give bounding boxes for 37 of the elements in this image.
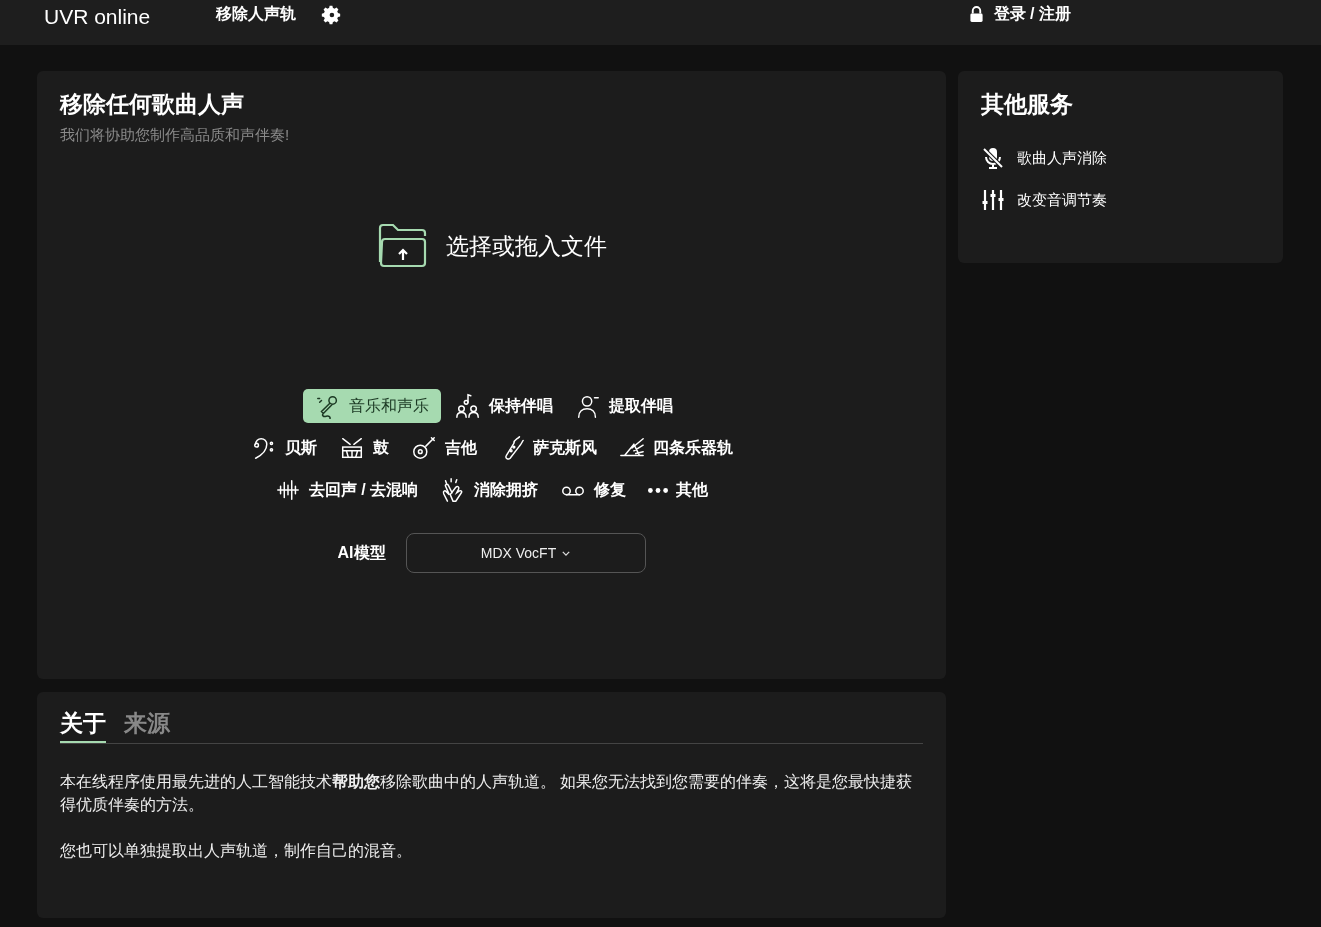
mode-option[interactable]: 去回声 / 去混响 bbox=[266, 473, 427, 507]
sliders-icon bbox=[981, 188, 1005, 212]
singers-icon bbox=[454, 393, 481, 419]
service-link[interactable]: 改变音调节奏 bbox=[981, 188, 1260, 212]
mode-option[interactable]: 吉他 bbox=[402, 431, 485, 465]
mode-option[interactable]: 其他 bbox=[640, 473, 717, 507]
waveform-icon bbox=[274, 477, 301, 503]
tab[interactable]: 关于 bbox=[60, 708, 106, 743]
nav-link[interactable]: 移除人声轨 bbox=[216, 4, 297, 25]
dots-icon bbox=[648, 487, 669, 493]
muted-microphone-icon bbox=[981, 146, 1005, 170]
file-upload-button[interactable]: 选择或拖入文件 bbox=[370, 221, 613, 271]
lock-icon bbox=[968, 6, 984, 23]
mode-option[interactable]: 提取伴唱 bbox=[566, 389, 681, 423]
about-paragraph: 您也可以单独提取出人声轨道，制作自己的混音。 bbox=[60, 841, 413, 861]
site-logo[interactable]: UVR online bbox=[44, 4, 151, 29]
mode-option[interactable]: 消除拥挤 bbox=[432, 473, 547, 507]
mode-option[interactable]: 保持伴唱 bbox=[446, 389, 561, 423]
model-dropdown[interactable]: MDX VocFT bbox=[405, 533, 646, 573]
mode-option[interactable]: 鼓 bbox=[330, 431, 397, 465]
folder-upload-icon bbox=[376, 222, 428, 270]
mode-option[interactable]: 修复 bbox=[552, 473, 635, 507]
mode-option[interactable]: 萨克斯风 bbox=[490, 431, 605, 465]
services-title: 其他服务 bbox=[981, 90, 1074, 119]
mode-option[interactable]: 音乐和声乐 bbox=[302, 389, 441, 423]
guitar-icon bbox=[410, 435, 437, 461]
mode-option[interactable]: 四条乐器轨 bbox=[610, 431, 741, 465]
login-link[interactable]: 登录 / 注册 bbox=[968, 4, 1071, 25]
page-subtitle: 我们将协助您制作高品质和声伴奏! bbox=[60, 126, 290, 145]
service-link[interactable]: 歌曲人声消除 bbox=[981, 146, 1260, 170]
settings-icon[interactable] bbox=[320, 3, 343, 26]
about-paragraph: 本在线程序使用最先进的人工智能技术帮助您移除歌曲中的人声轨道。 如果您无法找到您需要的伴奏，这将是您最快捷获得优质伴奏的方法。 bbox=[60, 772, 914, 815]
page-title: 移除任何歌曲人声 bbox=[60, 90, 244, 119]
mode-option[interactable]: 贝斯 bbox=[242, 431, 325, 465]
tab[interactable]: 来源 bbox=[124, 708, 170, 743]
chevron-down-icon bbox=[562, 550, 571, 556]
model-label: AI模型 bbox=[337, 542, 386, 563]
